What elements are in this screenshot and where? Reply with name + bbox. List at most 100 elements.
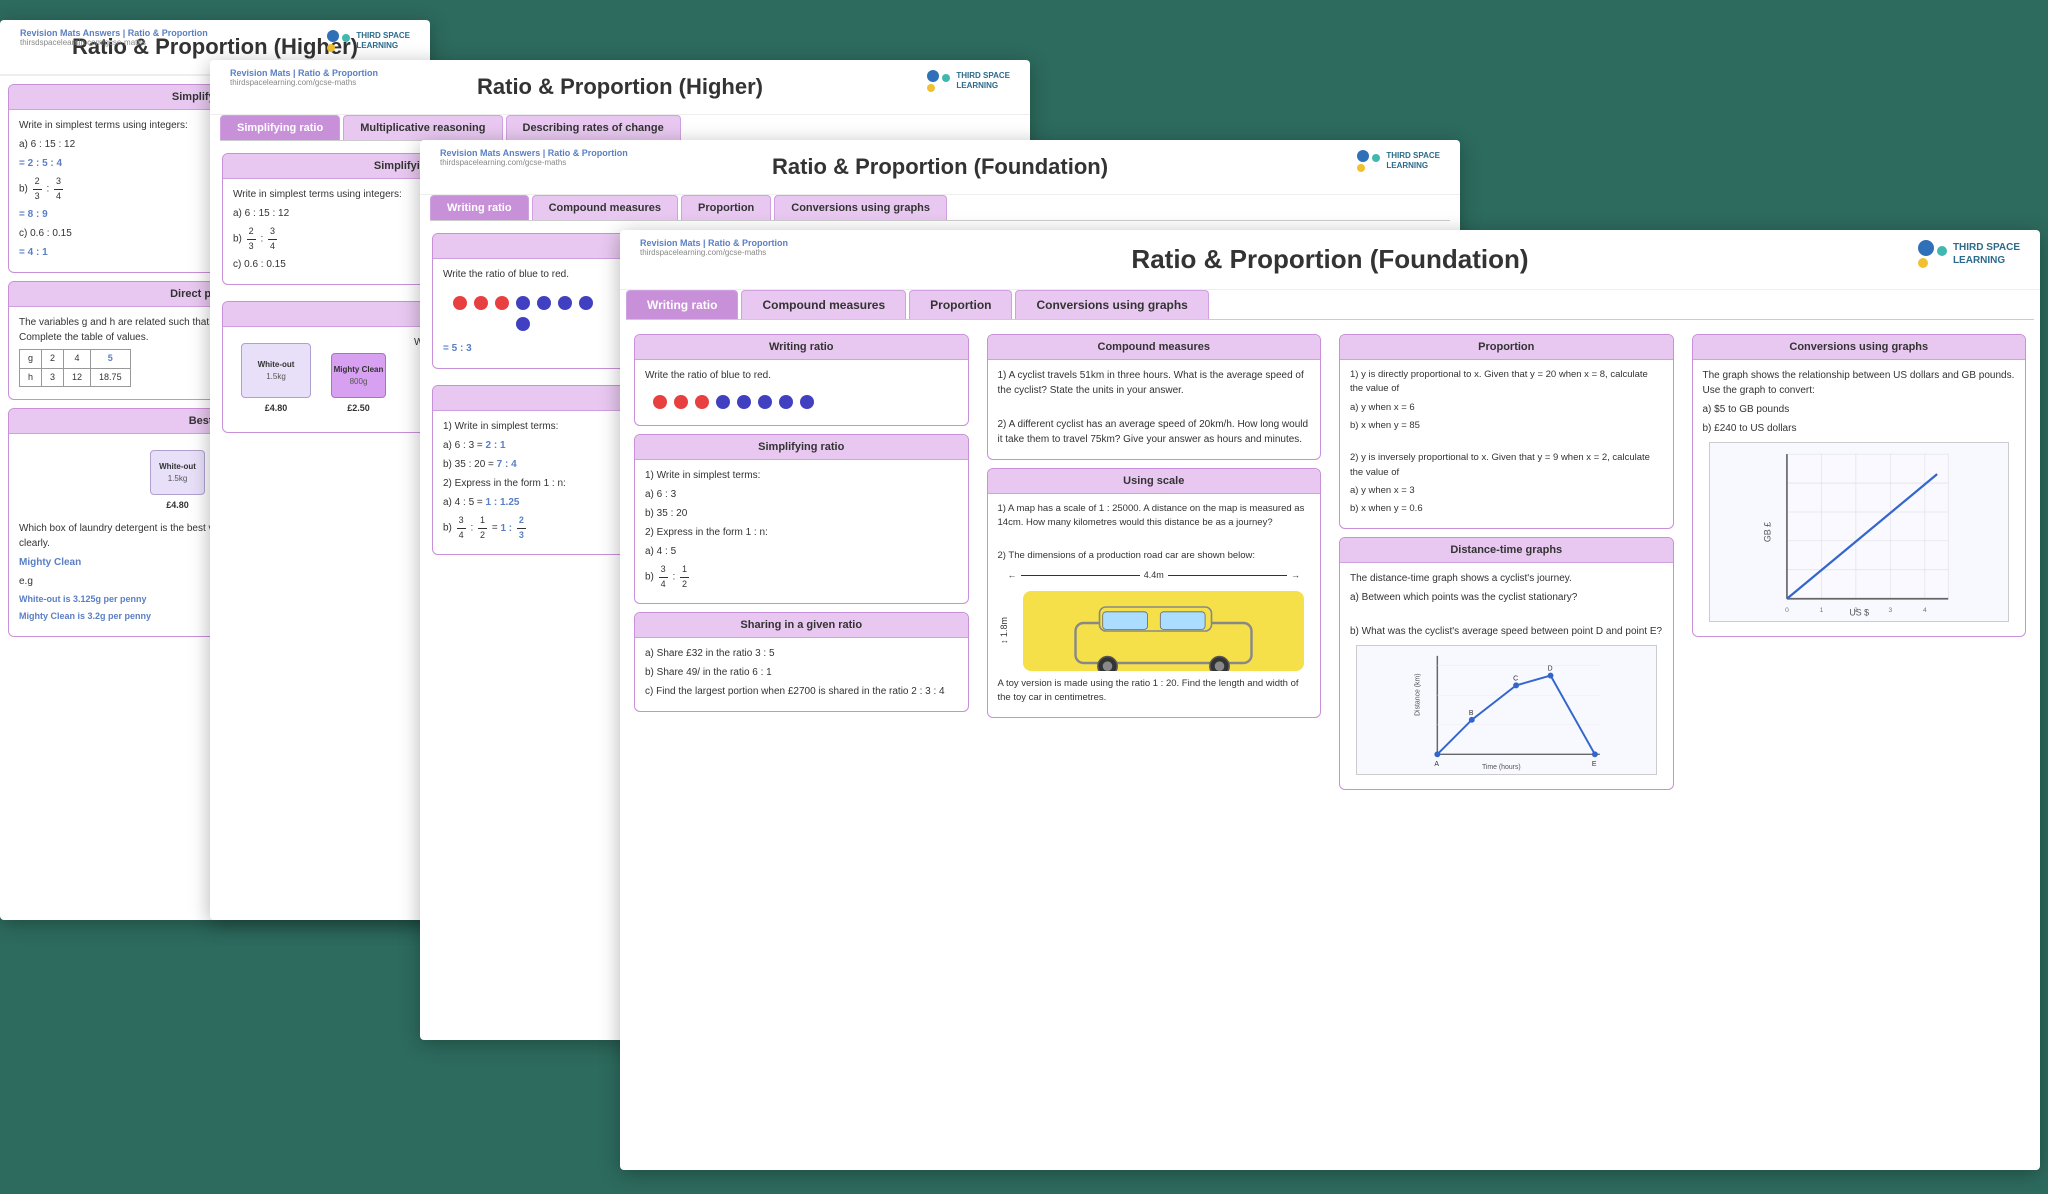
dot-blue-4 xyxy=(579,296,593,310)
p4-q2a: a) y when x = 3 xyxy=(1350,484,1663,498)
tab-multiplicative-2[interactable]: Multiplicative reasoning xyxy=(343,115,502,140)
tsl-logo-1: THIRD SPACELEARNING xyxy=(327,30,410,52)
tab-bar-4: Writing ratio Compound measures Proporti… xyxy=(626,290,2034,320)
tab-conversions-4[interactable]: Conversions using graphs xyxy=(1015,290,1208,319)
arrow-line-4b xyxy=(1168,575,1287,576)
svg-text:E: E xyxy=(1592,761,1597,768)
svg-text:A: A xyxy=(1434,761,1439,768)
simplifying-ratio-header-4: Simplifying ratio xyxy=(635,435,968,460)
revision-link-2: Revision Mats | Ratio & Proportion third… xyxy=(230,68,378,87)
sharing-ratio-header-4: Sharing in a given ratio xyxy=(635,613,968,638)
sr4-q1a: a) 6 : 3 xyxy=(645,487,958,502)
logo-area-2: THIRD SPACELEARNING xyxy=(927,70,1010,92)
dot-red-1 xyxy=(453,296,467,310)
logo-area-1: THIRD SPACELEARNING xyxy=(327,30,410,52)
svg-text:C: C xyxy=(1513,676,1518,683)
distance-time-body-4: The distance-time graph shows a cyclist'… xyxy=(1340,563,1673,789)
tsl-text-2: THIRD SPACELEARNING xyxy=(956,71,1010,92)
col-4: Conversions using graphs The graph shows… xyxy=(1684,326,2035,798)
table-g-label: g xyxy=(20,350,42,369)
tab-simplifying-2[interactable]: Simplifying ratio xyxy=(220,115,340,140)
whiteout-name-1: White-out xyxy=(159,461,196,473)
sharing-ratio-card-4: Sharing in a given ratio a) Share £32 in… xyxy=(634,612,969,712)
col-2: Compound measures 1) A cyclist travels 5… xyxy=(979,326,1330,798)
tab-compound-3[interactable]: Compound measures xyxy=(532,195,678,220)
tsl-logo-3: THIRD SPACELEARNING xyxy=(1357,150,1440,172)
distance-time-card-4: Distance-time graphs The distance-time g… xyxy=(1339,537,1674,790)
us4-q2b: A toy version is made using the ratio 1 … xyxy=(998,677,1311,706)
dt-y-label: Distance (km) xyxy=(1415,674,1422,716)
p4-q1a: a) y when x = 6 xyxy=(1350,401,1663,415)
page-layer-4: Revision Mats | Ratio & Proportion third… xyxy=(620,230,2040,1170)
dp-table-1: g 2 4 5 h 3 12 18.75 xyxy=(19,349,131,387)
dt-x-label: Time (hours) xyxy=(1482,764,1521,771)
whiteout-name-2: White-out xyxy=(258,359,295,371)
mightyclean-name-2: Mighty Clean xyxy=(334,364,384,376)
conversions-card-4: Conversions using graphs The graph shows… xyxy=(1692,334,2027,637)
dt4-q1: a) Between which points was the cyclist … xyxy=(1350,590,1663,605)
sr4-q2: 2) Express in the form 1 : n: xyxy=(645,525,958,540)
car-svg xyxy=(1023,591,1304,671)
dot-red-2 xyxy=(474,296,488,310)
conversions-header-4: Conversions using graphs xyxy=(1693,335,2026,360)
tsl-circles-1 xyxy=(327,30,350,52)
tab-compound-4[interactable]: Compound measures xyxy=(741,290,906,319)
logo-area-4: THIRD SPACELEARNING xyxy=(1918,240,2020,268)
car-row: ↕ 1.8m xyxy=(998,585,1311,677)
page-title-4: Ratio & Proportion (Foundation) xyxy=(1131,244,1528,275)
using-scale-card-4: Using scale 1) A map has a scale of 1 : … xyxy=(987,468,1322,718)
d4-b4 xyxy=(779,395,793,409)
tsl-circle-blue-4 xyxy=(1918,240,1934,256)
tab-proportion-3[interactable]: Proportion xyxy=(681,195,771,220)
page-header-4: Revision Mats | Ratio & Proportion third… xyxy=(620,230,2040,290)
tab-conversions-3[interactable]: Conversions using graphs xyxy=(774,195,947,220)
svg-text:D: D xyxy=(1548,666,1553,673)
tsl-text-1: THIRD SPACELEARNING xyxy=(356,31,410,52)
distance-time-header-4: Distance-time graphs xyxy=(1340,538,1673,563)
tab-writing-3[interactable]: Writing ratio xyxy=(430,195,529,220)
mightyclean-weight-2: 800g xyxy=(350,376,368,388)
tsl-circle-blue-3 xyxy=(1357,150,1369,162)
whiteout-weight-1: 1.5kg xyxy=(168,473,188,485)
sharing-ratio-body-4: a) Share £32 in the ratio 3 : 5 b) Share… xyxy=(635,638,968,711)
p4-q2b: b) x when y = 0.6 xyxy=(1350,502,1663,516)
shr4-q1: a) Share £32 in the ratio 3 : 5 xyxy=(645,646,958,661)
revision-link-3: Revision Mats Answers | Ratio & Proporti… xyxy=(440,148,628,167)
using-scale-header-4: Using scale xyxy=(988,469,1321,494)
proportion-card-4: Proportion 1) y is directly proportional… xyxy=(1339,334,1674,529)
arrow-line-4 xyxy=(1021,575,1140,576)
point-E xyxy=(1592,752,1598,758)
tab-bar-3: Writing ratio Compound measures Proporti… xyxy=(430,195,1450,221)
page-header-3: Revision Mats Answers | Ratio & Proporti… xyxy=(420,140,1460,195)
page-header-2: Revision Mats | Ratio & Proportion third… xyxy=(210,60,1030,115)
tsl-circle-teal xyxy=(342,34,350,42)
dim-width: 4.4m xyxy=(1144,569,1164,583)
d4-r3 xyxy=(695,395,709,409)
col-3: Proportion 1) y is directly proportional… xyxy=(1331,326,1682,798)
conv-y-axis-label: GB £ xyxy=(1762,522,1772,542)
table-h-label: h xyxy=(20,368,42,387)
table-h-12: 12 xyxy=(64,368,91,387)
dt4-q2: b) What was the cyclist's average speed … xyxy=(1350,624,1663,639)
shr4-q2: b) Share 49/ in the ratio 6 : 1 xyxy=(645,665,958,680)
tab-writing-4[interactable]: Writing ratio xyxy=(626,290,738,319)
tab-proportion-4[interactable]: Proportion xyxy=(909,290,1012,319)
conv4-desc: The graph shows the relationship between… xyxy=(1703,368,2016,398)
whiteout-visual-2: White-out 1.5kg xyxy=(241,343,311,398)
tsl-text-4: THIRD SPACELEARNING xyxy=(1953,241,2020,267)
best-buys-products-2: White-out 1.5kg £4.80 Mighty Clean 800g … xyxy=(233,335,394,424)
proportion-header-4: Proportion xyxy=(1340,335,1673,360)
us4-q2: 2) The dimensions of a production road c… xyxy=(998,549,1311,563)
table-g-4: 4 xyxy=(64,350,91,369)
cm4-q2: 2) A different cyclist has an average sp… xyxy=(998,417,1311,447)
dot-blue-3 xyxy=(558,296,572,310)
svg-text:0: 0 xyxy=(1785,607,1789,614)
tab-rates-2[interactable]: Describing rates of change xyxy=(506,115,681,140)
tsl-circles-4 xyxy=(1918,240,1947,268)
svg-text:1: 1 xyxy=(1819,607,1823,614)
tsl-logo-2: THIRD SPACELEARNING xyxy=(927,70,1010,92)
cm4-q1: 1) A cyclist travels 51km in three hours… xyxy=(998,368,1311,398)
logo-area-3: THIRD SPACELEARNING xyxy=(1357,150,1440,172)
table-h-1875: 18.75 xyxy=(91,368,131,387)
product-whiteout-1: White-out 1.5kg £4.80 xyxy=(150,450,205,513)
